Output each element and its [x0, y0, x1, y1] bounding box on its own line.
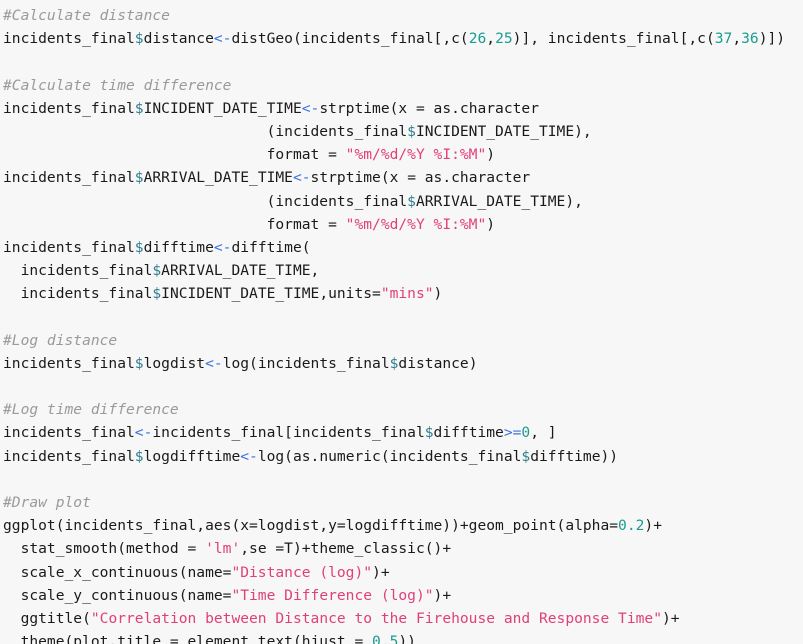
code-line[interactable]: ggtitle("Correlation between Distance to… — [3, 607, 803, 630]
code-line[interactable]: (incidents_final$INCIDENT_DATE_TIME), — [3, 120, 803, 143]
comment-text: #Draw plot — [3, 493, 91, 511]
code-line[interactable]: incidents_final$logdifftime<-log(as.nume… — [3, 445, 803, 468]
code-comment-line[interactable]: #Log time difference — [3, 398, 803, 421]
code-line[interactable]: stat_smooth(method = 'lm',se =T)+theme_c… — [3, 537, 803, 560]
code-comment-line[interactable]: #Log distance — [3, 329, 803, 352]
code-comment-line[interactable]: #Draw plot — [3, 491, 803, 514]
code-line[interactable]: incidents_final$difftime<-difftime( — [3, 236, 803, 259]
code-blank-line[interactable] — [3, 50, 803, 73]
code-editor-surface[interactable]: #Calculate distance incidents_final$dista… — [0, 0, 803, 644]
code-line[interactable]: scale_y_continuous(name="Time Difference… — [3, 584, 803, 607]
code-line[interactable]: format = "%m/%d/%Y %I:%M") — [3, 143, 803, 166]
code-comment-line[interactable]: #Calculate time difference — [3, 74, 803, 97]
code-comment-line[interactable]: #Calculate distance — [3, 4, 803, 27]
code-line[interactable]: incidents_final$distance<-distGeo(incide… — [3, 27, 803, 50]
code-line[interactable]: incidents_final$logdist<-log(incidents_f… — [3, 352, 803, 375]
comment-text: #Calculate distance — [3, 7, 170, 24]
code-line[interactable]: format = "%m/%d/%Y %I:%M") — [3, 213, 803, 236]
comment-text: #Log distance — [3, 331, 118, 349]
code-line[interactable]: incidents_final$ARRIVAL_DATE_TIME<-strpt… — [3, 166, 803, 189]
code-line[interactable]: ggplot(incidents_final,aes(x=logdist,y=l… — [3, 514, 803, 537]
code-line[interactable]: theme(plot.title = element_text(hjust = … — [3, 630, 803, 644]
code-blank-line[interactable] — [3, 305, 803, 328]
code-blank-line[interactable] — [3, 468, 803, 491]
code-line[interactable]: incidents_final$ARRIVAL_DATE_TIME, — [3, 259, 803, 282]
code-line[interactable]: incidents_final$INCIDENT_DATE_TIME,units… — [3, 282, 803, 305]
comment-text: #Calculate time difference — [3, 76, 232, 94]
code-blank-line[interactable] — [3, 375, 803, 398]
code-line[interactable]: incidents_final<-incidents_final[inciden… — [3, 421, 803, 444]
code-line[interactable]: scale_x_continuous(name="Distance (log)"… — [3, 561, 803, 584]
code-line[interactable]: incidents_final$INCIDENT_DATE_TIME<-strp… — [3, 97, 803, 120]
code-line[interactable]: (incidents_final$ARRIVAL_DATE_TIME), — [3, 190, 803, 213]
comment-text: #Log time difference — [3, 401, 179, 419]
